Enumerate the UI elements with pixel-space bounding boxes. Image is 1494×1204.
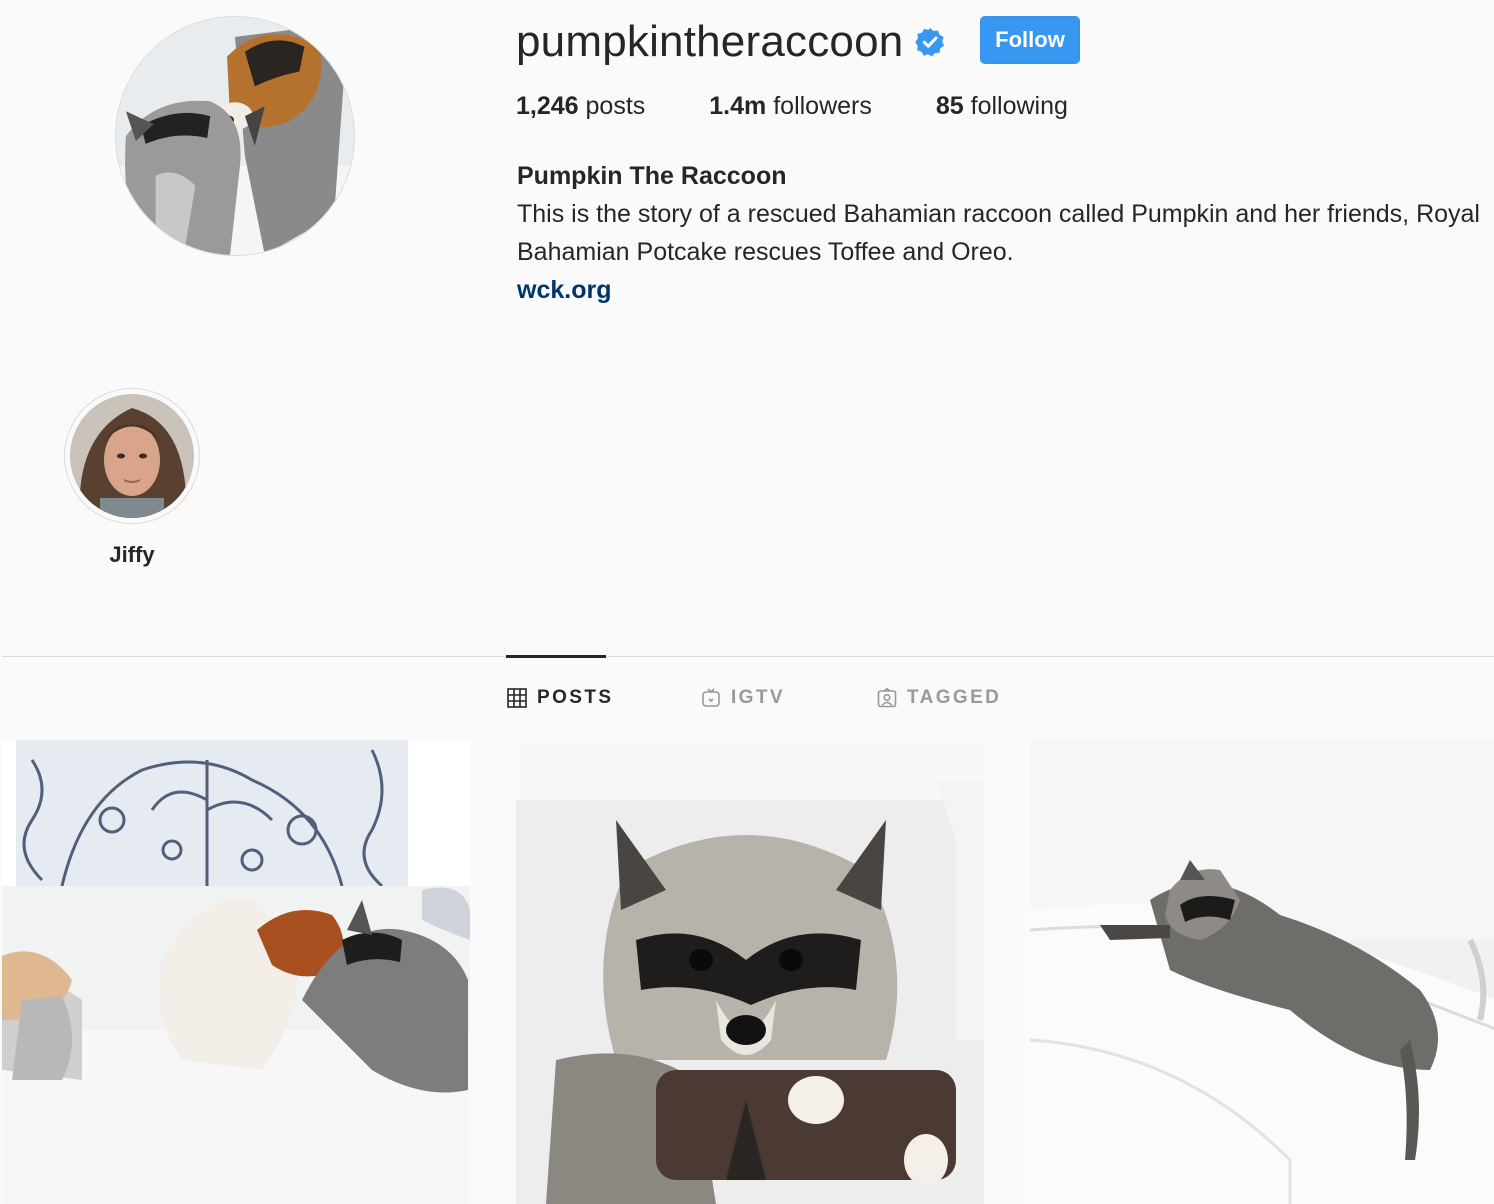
- tabs-divider: [2, 656, 1494, 657]
- tab-label: TAGGED: [907, 687, 1002, 708]
- username: pumpkintheraccoon: [516, 17, 904, 66]
- post-image: [516, 740, 984, 1204]
- tagged-icon: [877, 688, 897, 708]
- stat-label: following: [970, 92, 1068, 120]
- tab-tagged[interactable]: TAGGED: [877, 684, 1001, 712]
- active-tab-indicator: [506, 655, 606, 658]
- stat-label: followers: [773, 92, 872, 120]
- post-image: [1030, 740, 1494, 1204]
- tab-posts[interactable]: POSTS: [507, 684, 613, 712]
- tab-label: IGTV: [731, 687, 785, 708]
- stat-followers[interactable]: 1.4m followers: [709, 92, 872, 121]
- post-image: [2, 740, 470, 1204]
- stat-posts: 1,246 posts: [516, 92, 645, 121]
- tab-label: POSTS: [537, 687, 614, 708]
- highlight-label: Jiffy: [109, 542, 155, 567]
- stat-label: posts: [585, 92, 646, 120]
- profile-photo: [116, 17, 354, 255]
- post-thumbnail[interactable]: [2, 740, 470, 1204]
- stat-following[interactable]: 85 following: [936, 92, 1068, 121]
- full-name: Pumpkin The Raccoon: [517, 162, 787, 190]
- bio-text: This is the story of a rescued Bahamian …: [517, 200, 1480, 266]
- profile-stats: 1,246 posts 1.4m followers 85 following: [516, 92, 1132, 121]
- follow-button[interactable]: Follow: [980, 16, 1080, 64]
- post-thumbnail[interactable]: [516, 740, 984, 1204]
- highlight-cover: [70, 394, 194, 518]
- highlight-ring: [64, 388, 200, 524]
- post-thumbnail[interactable]: [1030, 740, 1494, 1204]
- username-row: pumpkintheraccoon: [516, 12, 945, 72]
- verified-badge-icon: [915, 27, 945, 57]
- igtv-icon: [702, 688, 720, 707]
- stat-count: 85: [935, 92, 964, 120]
- tab-igtv[interactable]: IGTV: [701, 684, 785, 712]
- grid-icon: [507, 688, 527, 708]
- profile-avatar[interactable]: [115, 16, 355, 256]
- bio-link[interactable]: wck.org: [517, 276, 611, 304]
- profile-bio: Pumpkin The Raccoon This is the story of…: [517, 157, 1492, 309]
- story-highlight[interactable]: Jiffy: [64, 388, 200, 568]
- stat-count: 1.4m: [709, 92, 767, 120]
- stat-count: 1,246: [516, 92, 579, 120]
